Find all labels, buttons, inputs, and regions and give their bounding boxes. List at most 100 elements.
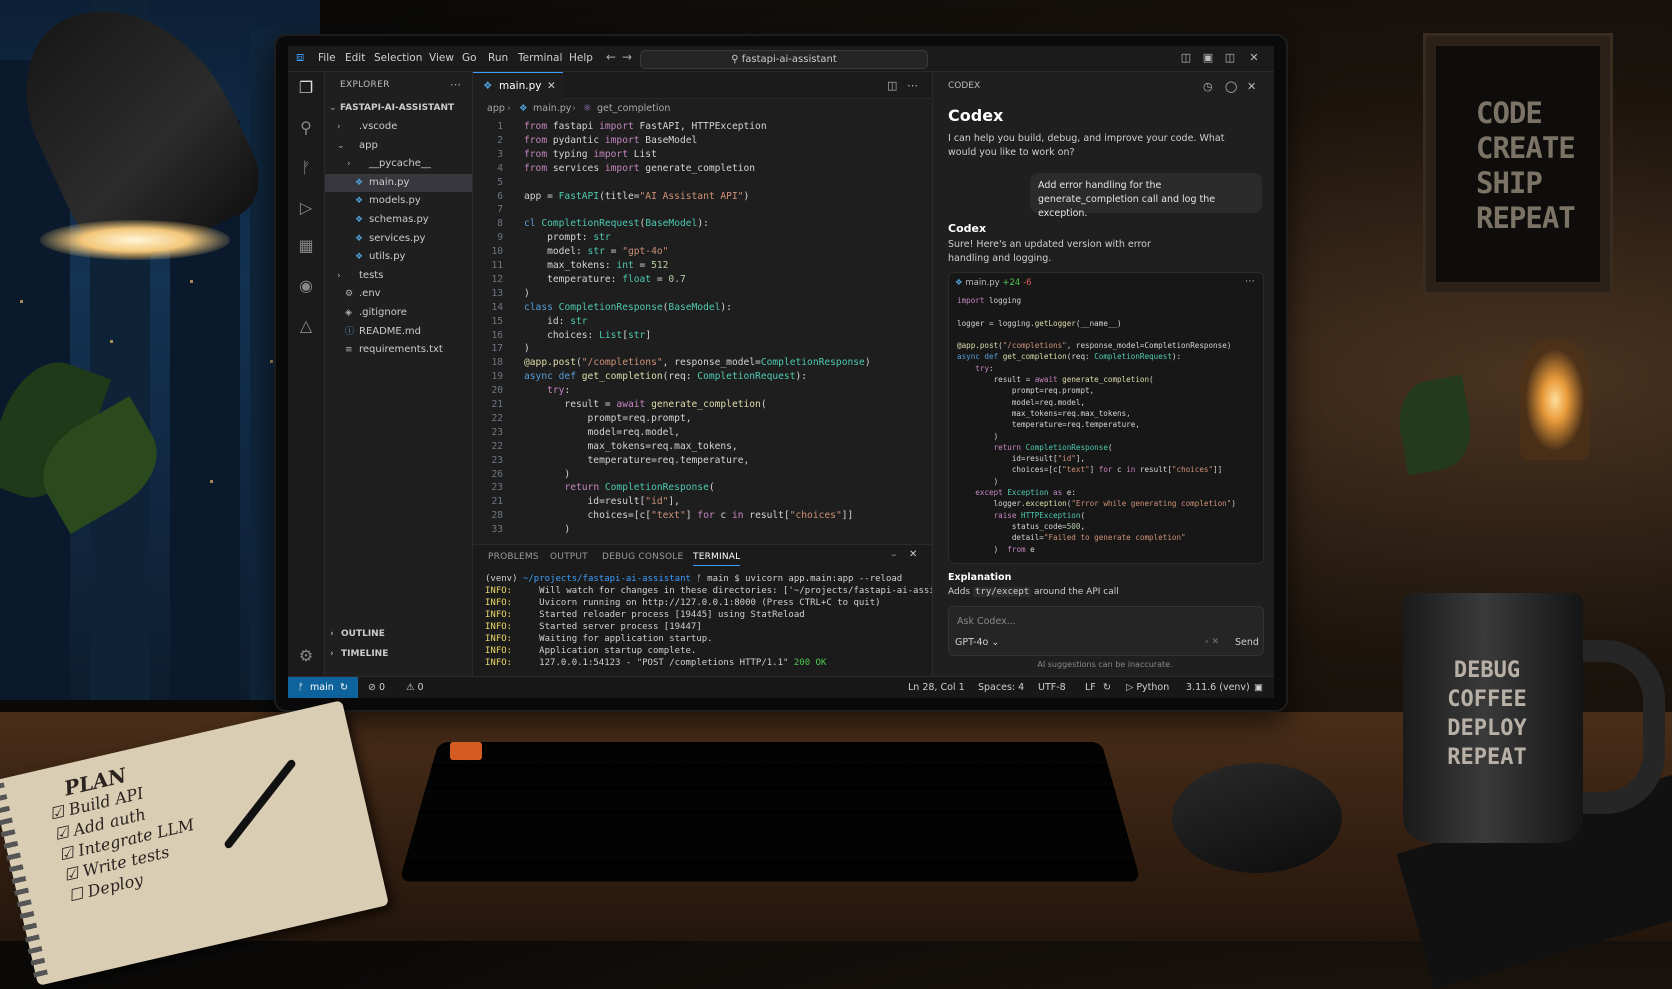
ask-codex-input[interactable] [955,612,1259,630]
back-arrow-icon[interactable]: ← [606,50,616,64]
line-number: 4 [497,162,503,174]
suggestion-more-icon[interactable]: ⋯ [1245,276,1255,287]
chevron-down-icon: ⌄ [337,140,345,151]
menu-run[interactable]: Run [488,52,508,64]
toggle-secondary-sidebar-icon[interactable]: ◫ [1224,52,1236,64]
menu-selection[interactable]: Selection [374,52,422,64]
breadcrumb-file[interactable]: main.py [533,100,571,118]
cursor-position[interactable]: Ln 28, Col 1 [908,677,965,698]
tree-item-env[interactable]: ⚙ .env [325,285,472,303]
git-branch-status[interactable]: ᚠ main ↻ [288,677,358,698]
tree-item-label: main.py [369,176,410,188]
line-number: 22 [491,412,503,424]
tree-item-readme-md[interactable]: ⓘ README.md [325,323,472,341]
terminal-line: INFO: Waiting for application startup. [485,634,713,644]
line-text: cl CompletionRequest(BaseModel): [524,218,709,230]
git-file-icon: ◈ [345,308,352,318]
menu-file[interactable]: File [318,52,336,64]
menu-edit[interactable]: Edit [345,52,365,64]
maximize-panel-icon[interactable]: – [891,548,897,561]
run-debug-icon[interactable]: ▷ [296,198,316,218]
tree-item-app[interactable]: ⌄ app [325,137,472,155]
new-chat-icon[interactable]: ◯ [1225,80,1237,93]
testing-icon[interactable]: △ [296,316,316,336]
more-actions-icon[interactable]: ⋯ [450,78,461,91]
model-selector[interactable]: GPT-4o ⌄ [955,637,999,648]
outline-section[interactable]: › OUTLINE [325,625,472,643]
remote-explorer-icon[interactable]: ◉ [296,276,316,296]
code-editor[interactable]: 1 from fastapi import FastAPI, HTTPExcept… [473,120,931,544]
attach-icon[interactable]: › ✕ [1205,637,1219,647]
tree-item-pycache[interactable]: › __pycache__ [325,155,472,173]
send-button[interactable]: Send [1235,637,1259,648]
search-icon[interactable]: ⚲ [296,118,316,138]
warnings-status[interactable]: ⚠ 0 [406,677,424,698]
forward-arrow-icon[interactable]: → [622,50,632,64]
menu-view[interactable]: View [429,52,454,64]
tree-item-requirements-txt[interactable]: ≡ requirements.txt [325,341,472,359]
env-file-icon: ⚙ [345,289,354,300]
command-center-search[interactable]: ⚲ fastapi-ai-assistant [640,50,928,69]
extensions-icon[interactable]: ▦ [296,236,316,256]
tree-item-models-py[interactable]: ❖ models.py [325,192,472,210]
mug-text: DEBUG COFFEE DEPLOY REPEAT [1447,658,1527,770]
line-number: 9 [497,232,503,244]
editor-more-icon[interactable]: ⋯ [907,79,918,92]
tab-output[interactable]: OUTPUT [550,552,588,562]
tab-main-py[interactable]: ❖ main.py ✕ [473,72,563,99]
tree-item-utils-py[interactable]: ❖ utils.py [325,248,472,266]
history-icon[interactable]: ◷ [1203,80,1213,93]
tab-problems[interactable]: PROBLEMS [488,552,539,562]
line-text: id: str [524,315,588,327]
python-interpreter[interactable]: 3.11.6 (venv) [1186,677,1250,698]
close-window-icon[interactable]: ✕ [1248,52,1260,64]
menu-terminal[interactable]: Terminal [518,52,562,64]
notifications-icon[interactable]: ▣ [1254,677,1263,698]
breadcrumb-folder[interactable]: app [487,100,505,118]
close-panel-icon[interactable]: ✕ [909,549,918,560]
tree-item-tests[interactable]: › tests [325,267,472,285]
menu-go[interactable]: Go [462,52,477,64]
language-mode[interactable]: ▷ Python [1126,677,1169,698]
suggestion-line: raise HTTPException( [993,510,1086,520]
close-panel-icon[interactable]: ✕ [1247,80,1256,93]
line-number: 5 [497,176,503,188]
source-control-icon[interactable]: ᚠ [296,158,316,178]
settings-gear-icon[interactable]: ⚙ [296,646,316,666]
split-editor-icon[interactable]: ◫ [887,79,897,92]
terminal-output[interactable]: (venv) ~/projects/fastapi-ai-assistant ᚠ… [485,573,973,669]
tree-item-main-py[interactable]: ❖ main.py [325,173,472,192]
suggestion-line: return CompletionResponse( [993,442,1113,452]
search-icon: ⚲ [731,54,739,65]
line-number: 17 [491,343,503,355]
breadcrumb-symbol[interactable]: get_completion [597,100,670,118]
explorer-icon[interactable]: ❐ [296,78,316,98]
tab-terminal[interactable]: TERMINAL [693,552,741,566]
tree-item-vscode[interactable]: › .vscode [325,118,472,136]
tab-debug-console[interactable]: DEBUG CONSOLE [602,552,683,562]
line-number: 13 [491,287,503,299]
line-text: from pydantic import BaseModel [524,134,698,146]
tree-item-label: .gitignore [359,307,407,318]
line-text: ) [524,343,530,355]
tree-item-services-py[interactable]: ❖ services.py [325,230,472,248]
tree-item-label: app [359,139,378,151]
errors-status[interactable]: ⊘ 0 [368,677,385,698]
line-text: id=result["id"], [524,496,680,508]
toggle-sidebar-icon[interactable]: ◫ [1180,52,1192,64]
tree-item-schemas-py[interactable]: ❖ schemas.py [325,211,472,229]
encoding[interactable]: UTF-8 [1038,677,1066,698]
toggle-panel-icon[interactable]: ▣ [1202,52,1214,64]
timeline-section[interactable]: › TIMELINE [325,645,472,663]
escape-key [450,742,482,760]
menu-help[interactable]: Help [569,52,593,64]
workspace-root[interactable]: ⌄ FASTAPI-AI-ASSISTANT [325,99,472,117]
close-tab-icon[interactable]: ✕ [547,73,556,99]
tree-item-gitignore[interactable]: ◈ .gitignore [325,304,472,322]
line-text: return CompletionResponse( [564,482,715,494]
code-line: 21 result = await generate_completion( [473,398,931,412]
line-ending[interactable]: LF [1085,677,1096,698]
suggestion-file-header[interactable]: ❖ main.py +24 -6 [955,278,1032,288]
braces-icon[interactable]: ↻ [1103,677,1111,698]
indentation[interactable]: Spaces: 4 [978,677,1024,698]
